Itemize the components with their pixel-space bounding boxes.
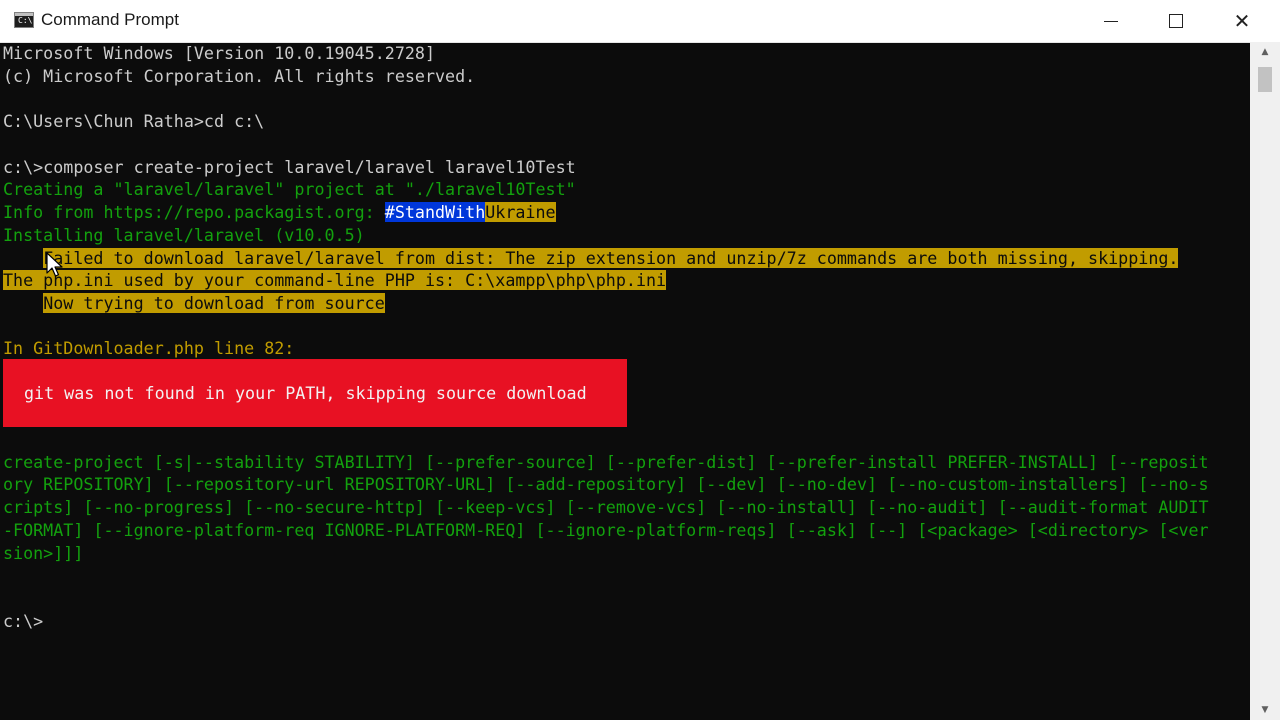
usage-line: ory REPOSITORY] [--repository-url REPOSI… [3, 474, 1209, 494]
window-title: Command Prompt [41, 10, 179, 29]
copyright-line: (c) Microsoft Corporation. All rights re… [3, 66, 476, 86]
maximize-icon [1169, 14, 1183, 28]
error-message: git was not found in your PATH, skipping… [24, 383, 587, 403]
maximize-button[interactable] [1143, 0, 1209, 42]
vertical-scrollbar[interactable]: ▲ ▼ [1250, 42, 1280, 720]
mouse-pointer-icon [46, 252, 63, 277]
console-output[interactable]: Microsoft Windows [Version 10.0.19045.27… [0, 42, 1250, 720]
usage-line: create-project [-s|--stability STABILITY… [3, 452, 1209, 472]
warning-text-2: The php.ini used by your command-line PH… [3, 270, 667, 290]
minimize-button[interactable] [1078, 0, 1144, 42]
installing-line: Installing laravel/laravel (v10.0.5) [3, 225, 365, 245]
warning-line-3: Now trying to download from source [3, 292, 385, 314]
close-button[interactable]: ✕ [1209, 0, 1275, 42]
warning-text-3: Now trying to download from source [43, 293, 385, 313]
usage-line: sion>]]] [3, 543, 84, 563]
app-icon-text: C:\ [18, 16, 33, 25]
command-prompt-line[interactable]: c:\> [3, 610, 43, 632]
info-line: Info from https://repo.packagist.org: #S… [3, 201, 556, 223]
composer-command-line: c:\>composer create-project laravel/lara… [3, 157, 576, 177]
usage-line: -FORMAT] [--ignore-platform-req IGNORE-P… [3, 520, 1209, 540]
info-prefix: Info from https://repo.packagist.org: [3, 202, 385, 222]
creating-project-line: Creating a "laravel/laravel" project at … [3, 179, 576, 199]
selected-text: #StandWith [384, 202, 486, 222]
close-icon: ✕ [1233, 9, 1251, 33]
command-prompt-icon[interactable]: C:\ [14, 12, 34, 28]
title-bar: C:\ Command Prompt ✕ [0, 0, 1280, 43]
scrollbar-thumb[interactable] [1258, 67, 1272, 92]
exception-location-line: In GitDownloader.php line 82: [3, 338, 295, 358]
info-highlight: Ukraine [485, 202, 556, 222]
warning-text-1: Failed to download laravel/laravel from … [43, 248, 1179, 268]
cd-command-line: C:\Users\Chun Ratha>cd c:\ [3, 111, 265, 131]
warning-line-2: The php.ini used by your command-line PH… [3, 269, 667, 291]
scroll-down-icon[interactable]: ▼ [1250, 700, 1280, 720]
usage-line: cripts] [--no-progress] [--no-secure-htt… [3, 497, 1209, 517]
scroll-up-icon[interactable]: ▲ [1250, 42, 1280, 62]
warning-line-1: Failed to download laravel/laravel from … [3, 247, 1179, 269]
minimize-icon [1104, 20, 1118, 22]
version-line: Microsoft Windows [Version 10.0.19045.27… [3, 43, 436, 63]
error-box: git was not found in your PATH, skipping… [3, 359, 627, 427]
